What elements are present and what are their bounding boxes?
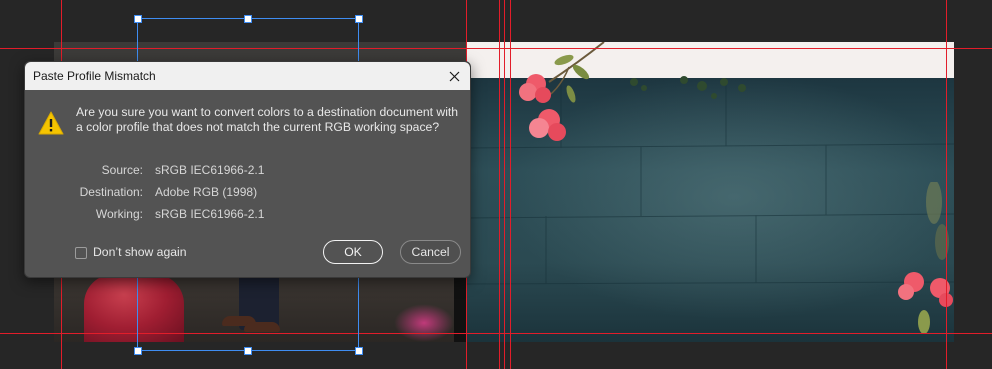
flower-branch-right [898,182,953,334]
transform-handle[interactable] [134,15,142,23]
source-label: Source: [101,163,143,177]
dialog-title: Paste Profile Mismatch [33,69,156,83]
background-blur [394,304,454,342]
dialog-message: Are you sure you want to convert colors … [76,105,459,134]
warning-triangle-icon [38,111,64,135]
vines [630,76,746,99]
dialog-titlebar[interactable]: Paste Profile Mismatch [25,62,470,90]
flower-branch-top [519,42,605,141]
close-icon [449,71,459,81]
transform-handle[interactable] [355,15,363,23]
dont-show-again-label[interactable]: Don’t show again [93,245,187,259]
photoshop-workspace: Paste Profile Mismatch Are you sure you … [0,0,992,369]
close-button[interactable] [443,66,465,86]
guide-vertical[interactable] [510,0,511,369]
transform-handle[interactable] [244,347,252,355]
working-value: sRGB IEC61966-2.1 [155,207,265,221]
dont-show-again-checkbox[interactable] [75,247,87,259]
transform-handle[interactable] [355,347,363,355]
guide-vertical[interactable] [499,0,500,369]
destination-label: Destination: [79,185,143,199]
source-value: sRGB IEC61966-2.1 [155,163,265,177]
guide-vertical[interactable] [504,0,505,369]
paste-profile-mismatch-dialog: Paste Profile Mismatch Are you sure you … [24,61,471,278]
destination-value: Adobe RGB (1998) [155,185,258,199]
transform-handle[interactable] [244,15,252,23]
guide-vertical[interactable] [946,0,947,369]
transform-handle[interactable] [134,347,142,355]
cancel-button[interactable]: Cancel [400,240,461,264]
ok-button[interactable]: OK [323,240,383,264]
working-label: Working: [95,207,143,221]
